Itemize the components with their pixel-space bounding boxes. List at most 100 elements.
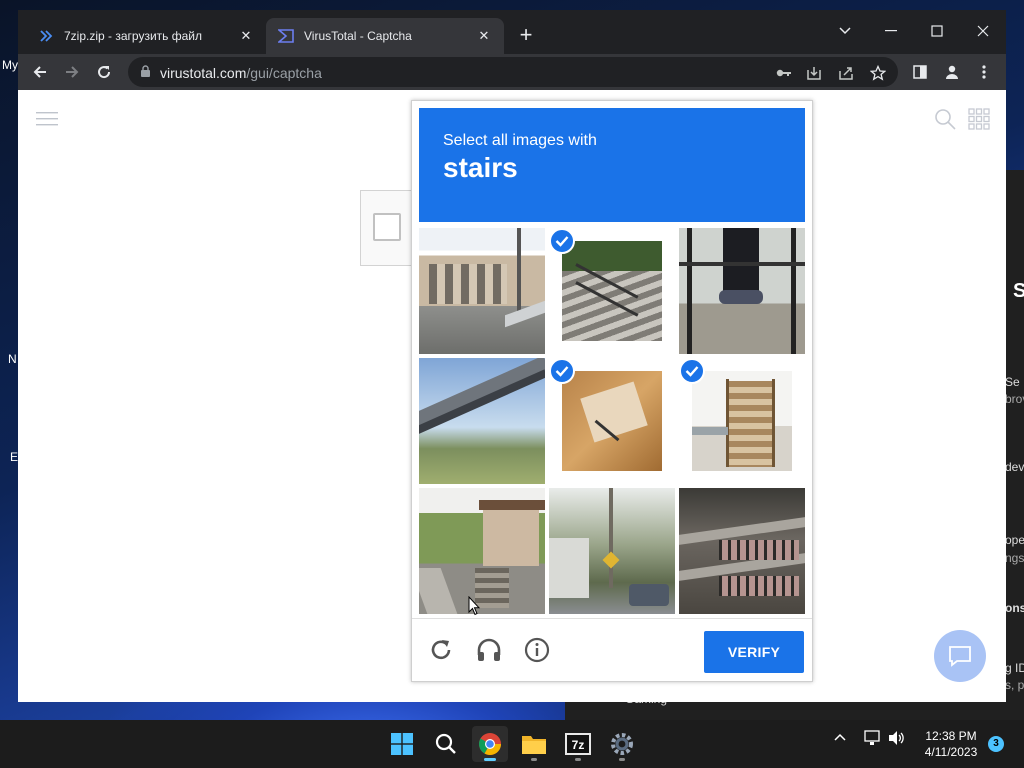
folder-icon <box>522 736 546 754</box>
open-app-indicator <box>531 758 537 761</box>
new-tab-button[interactable]: + <box>514 24 538 48</box>
desktop-icon-label[interactable]: N <box>8 352 17 366</box>
key-icon[interactable] <box>774 63 794 83</box>
maximize-button[interactable] <box>917 16 957 46</box>
tile-image-building-road <box>419 228 545 354</box>
desktop-icon-label[interactable]: My <box>2 58 18 72</box>
tile-image-street-trees <box>549 488 675 614</box>
tab-7zip[interactable]: 7zip.zip - загрузить файл ✕ <box>26 18 266 54</box>
profile-icon[interactable] <box>940 60 964 84</box>
captcha-tile-8[interactable] <box>549 488 675 614</box>
bg-fragment: S <box>1013 280 1024 302</box>
page-viewport: Select all images with stairs VERIFY <box>18 90 1006 702</box>
tile-image-building-balconies <box>679 488 805 614</box>
forward-button[interactable] <box>60 60 84 84</box>
challenge-instruction: Select all images with <box>443 132 597 149</box>
tab-strip: 7zip.zip - загрузить файл ✕ VirusTotal -… <box>18 10 1006 54</box>
tab-virustotal[interactable]: VirusTotal - Captcha ✕ <box>266 18 504 54</box>
apps-grid-icon[interactable] <box>968 108 990 135</box>
captcha-tile-5[interactable] <box>549 358 675 484</box>
bg-fragment: ons <box>1005 601 1024 615</box>
notification-badge[interactable]: 3 <box>988 736 1004 752</box>
tab-search-icon[interactable] <box>825 16 865 46</box>
lock-icon[interactable] <box>140 65 151 83</box>
tile-image-person-legs-fence <box>679 228 805 354</box>
menu-dots-icon[interactable] <box>972 60 996 84</box>
tile-image-outdoor-stairs-railing <box>562 241 662 341</box>
verify-button[interactable]: VERIFY <box>704 631 804 673</box>
download-favicon-icon <box>38 28 54 44</box>
captcha-checkbox[interactable] <box>373 213 401 241</box>
close-window-button[interactable] <box>963 16 1003 46</box>
taskbar-chrome[interactable] <box>472 726 508 762</box>
desktop-icon-label[interactable]: E <box>10 450 18 464</box>
windows-taskbar: 7z 12:38 PM 4/11/2023 3 <box>0 720 1024 768</box>
taskbar-file-explorer[interactable] <box>516 726 552 762</box>
close-tab-icon[interactable]: ✕ <box>476 28 492 44</box>
captcha-challenge-dialog: Select all images with stairs VERIFY <box>411 100 813 682</box>
reload-button[interactable] <box>92 60 116 84</box>
taskbar-search-button[interactable] <box>428 726 464 762</box>
search-icon[interactable] <box>934 108 956 135</box>
challenge-header: Select all images with stairs <box>419 108 805 222</box>
bg-fragment: s, p <box>1005 678 1024 692</box>
tab-title: VirusTotal - Captcha <box>304 29 412 43</box>
close-tab-icon[interactable]: ✕ <box>238 28 254 44</box>
bg-fragment: ope <box>1005 533 1024 547</box>
volume-icon[interactable] <box>888 730 906 749</box>
bg-fragment: ngs <box>1005 551 1024 565</box>
system-clock[interactable]: 12:38 PM 4/11/2023 <box>918 728 984 760</box>
captcha-tile-3[interactable] <box>679 228 805 354</box>
bg-fragment: Se <box>1005 375 1020 389</box>
windows-logo-icon <box>391 733 413 755</box>
minimize-button[interactable] <box>871 16 911 46</box>
back-button[interactable] <box>28 60 52 84</box>
tile-selected-check-icon <box>549 228 575 254</box>
active-app-indicator <box>484 758 496 761</box>
audio-challenge-headphones-icon[interactable] <box>474 635 504 665</box>
url-path: /gui/captcha <box>246 65 322 81</box>
chat-icon <box>949 646 971 667</box>
share-icon[interactable] <box>836 63 856 83</box>
captcha-tile-7[interactable] <box>419 488 545 614</box>
start-button[interactable] <box>384 726 420 762</box>
bg-fragment: brov <box>1005 392 1024 406</box>
url-domain: virustotal.com <box>160 65 247 81</box>
address-bar[interactable]: virustotal.com/gui/captcha <box>128 57 898 87</box>
tile-image-elevated-highway <box>419 358 545 484</box>
chrome-icon <box>479 733 501 755</box>
challenge-footer: VERIFY <box>412 618 812 682</box>
search-icon <box>435 733 456 754</box>
tile-image-house-steps <box>419 488 545 614</box>
captcha-tile-6[interactable] <box>679 358 805 484</box>
captcha-tile-9[interactable] <box>679 488 805 614</box>
chat-button[interactable] <box>934 630 986 682</box>
hamburger-menu-icon[interactable] <box>36 110 58 133</box>
install-app-icon[interactable] <box>804 63 824 83</box>
settings-gear-icon <box>611 733 633 755</box>
bg-fragment: dev <box>1005 460 1024 474</box>
show-hidden-icons-chevron-icon[interactable] <box>834 730 846 744</box>
captcha-tile-2[interactable] <box>549 228 675 354</box>
captcha-tile-1[interactable] <box>419 228 545 354</box>
open-app-indicator <box>575 758 581 761</box>
taskbar-settings[interactable] <box>604 726 640 762</box>
bg-fragment: g ID <box>1005 661 1024 675</box>
open-app-indicator <box>619 758 625 761</box>
network-icon[interactable] <box>864 730 882 749</box>
tab-title: 7zip.zip - загрузить файл <box>64 29 202 43</box>
bookmark-star-icon[interactable] <box>868 63 888 83</box>
svg-text:7z: 7z <box>572 738 585 752</box>
clock-date: 4/11/2023 <box>924 745 978 759</box>
challenge-target: stairs <box>443 152 518 183</box>
tile-image-cardboard-box <box>562 371 662 471</box>
tile-image-wooden-stairs <box>692 371 792 471</box>
side-panel-icon[interactable] <box>908 60 932 84</box>
mouse-cursor-icon <box>468 595 481 621</box>
taskbar-7zip[interactable]: 7z <box>560 726 596 762</box>
info-icon[interactable] <box>522 635 552 665</box>
captcha-tile-4[interactable] <box>419 358 545 484</box>
reload-challenge-icon[interactable] <box>426 635 456 665</box>
virustotal-favicon-icon <box>278 28 294 44</box>
7zip-icon: 7z <box>565 733 591 755</box>
